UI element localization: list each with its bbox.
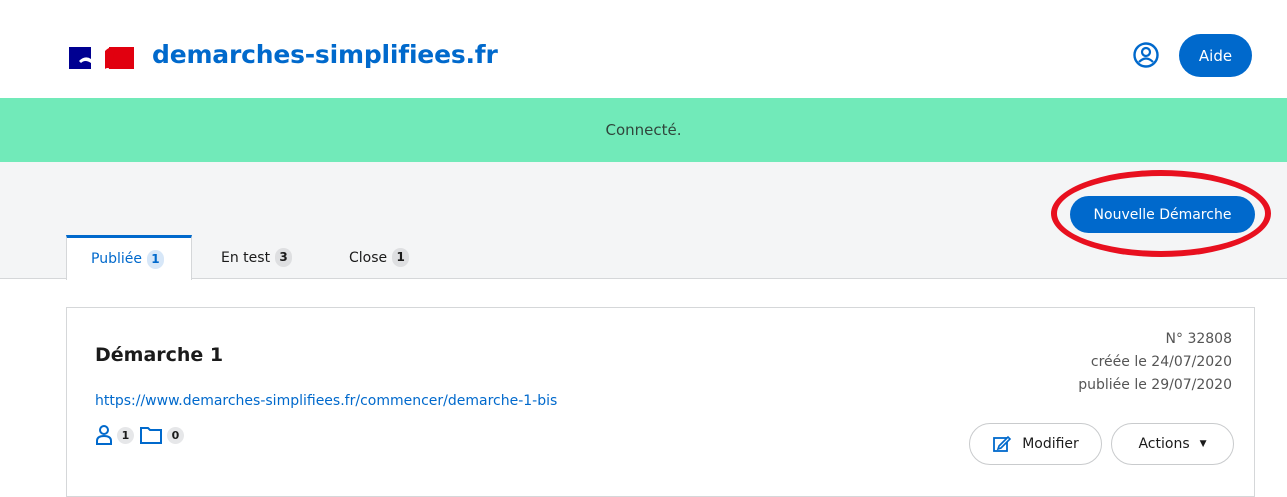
- tab-count-badge: 3: [275, 248, 293, 267]
- new-procedure-button[interactable]: Nouvelle Démarche: [1070, 196, 1255, 233]
- procedure-link[interactable]: https://www.demarches-simplifiees.fr/com…: [95, 393, 557, 409]
- tab-count-badge: 1: [146, 249, 164, 269]
- user-icon: [96, 425, 112, 445]
- dossiers-count: 0: [167, 426, 184, 444]
- folder-icon: [140, 427, 162, 444]
- instructeurs-count: 1: [117, 426, 134, 444]
- site-header: demarches-simplifiees.fr Aide: [0, 0, 1287, 98]
- tab-label: En test: [221, 249, 271, 266]
- brand-name[interactable]: demarches-simplifiees.fr: [152, 40, 498, 69]
- actions-label: Actions: [1138, 436, 1190, 452]
- edit-label: Modifier: [1022, 436, 1079, 452]
- tab-label: Close: [349, 249, 388, 266]
- flash-notice: Connecté.: [0, 98, 1287, 162]
- edit-procedure-button[interactable]: Modifier: [969, 423, 1102, 465]
- procedure-counts: 1 0: [95, 425, 189, 445]
- tab-label: Publiée: [91, 251, 142, 267]
- caret-down-icon: ▼: [1199, 439, 1207, 449]
- procedure-card: Démarche 1 https://www.demarches-simplif…: [66, 307, 1255, 497]
- procedure-created-date: créée le 24/07/2020: [1090, 354, 1232, 370]
- tab-publiee[interactable]: Publiée 1: [66, 235, 192, 280]
- edit-icon: [993, 435, 1012, 452]
- marianne-flag-logo[interactable]: [69, 43, 134, 71]
- actions-dropdown-button[interactable]: Actions ▼: [1111, 423, 1234, 465]
- procedure-published-date: publiée le 29/07/2020: [1078, 377, 1232, 393]
- user-circle-icon[interactable]: [1132, 41, 1160, 69]
- procedure-meta: N° 32808 créée le 24/07/2020 publiée le …: [1078, 328, 1232, 397]
- help-button[interactable]: Aide: [1179, 34, 1252, 77]
- tab-en-test[interactable]: En test 3: [221, 235, 293, 280]
- tab-count-badge: 1: [392, 248, 410, 267]
- procedure-title[interactable]: Démarche 1: [95, 344, 223, 366]
- procedure-number: N° 32808: [1165, 331, 1232, 347]
- tab-close[interactable]: Close 1: [349, 235, 410, 280]
- flash-message: Connecté.: [605, 121, 682, 139]
